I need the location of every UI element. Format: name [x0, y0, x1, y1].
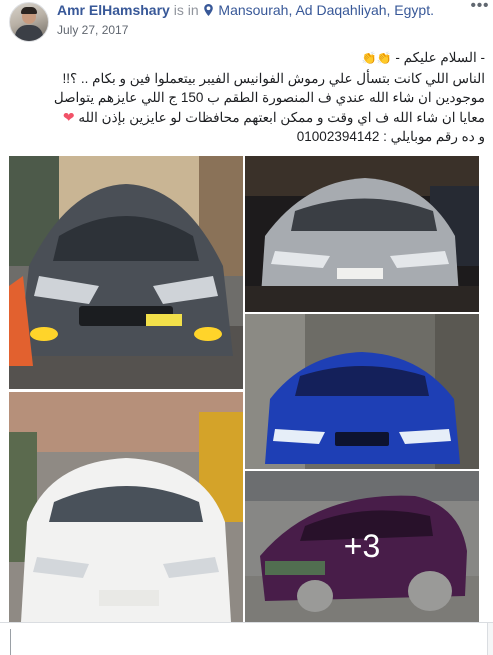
- heart-emoji-icon: ❤: [62, 108, 75, 125]
- author-avatar[interactable]: [9, 2, 49, 42]
- post-line-5: و ده رقم موبايلي : 01002394142: [296, 129, 485, 144]
- author-name-link[interactable]: Amr ElHamshary: [57, 2, 170, 18]
- greeting-text: - السلام عليكم -: [395, 50, 485, 65]
- more-photos-count[interactable]: +3: [245, 471, 479, 622]
- post-line-4: معايا ان شاء الله ف اي وقت و ممكن ابعتهم…: [10, 108, 485, 128]
- post-line-4-text: معايا ان شاء الله ف اي وقت و ممكن ابعتهم…: [78, 109, 485, 125]
- post-body: - السلام عليكم - 👏👏 الناس اللي كانت بتسأ…: [10, 48, 485, 147]
- is-in-text: is in: [173, 2, 199, 18]
- post-line-2: الناس اللي كانت بتسأل علي رموش الفوانيس …: [62, 70, 485, 86]
- post-date[interactable]: July 27, 2017: [57, 23, 128, 37]
- location-link[interactable]: Mansourah, Ad Daqahliyah, Egypt.: [218, 2, 434, 18]
- more-photos-tile[interactable]: +3: [245, 471, 479, 622]
- post-line-3: موجودين ان شاء الله عندي ف المنصورة الطق…: [53, 90, 485, 105]
- post-header: Amr ElHamshary is in Mansourah, Ad Daqah…: [57, 2, 434, 19]
- post-line-1: - السلام عليكم - 👏👏: [10, 48, 485, 69]
- more-options-icon[interactable]: •••: [470, 0, 490, 17]
- post-footer-bar: [0, 622, 493, 655]
- clap-emoji-icon: 👏: [376, 51, 392, 65]
- post-photo-2[interactable]: [245, 156, 479, 312]
- post-photo-3[interactable]: [245, 314, 479, 469]
- clap-emoji-icon: 👏: [361, 51, 377, 65]
- post-photo-4[interactable]: [9, 392, 243, 622]
- scrollbar[interactable]: [487, 623, 493, 655]
- post-photo-1[interactable]: [9, 156, 243, 389]
- footer-divider: [10, 629, 11, 655]
- map-marker-icon: [203, 4, 213, 16]
